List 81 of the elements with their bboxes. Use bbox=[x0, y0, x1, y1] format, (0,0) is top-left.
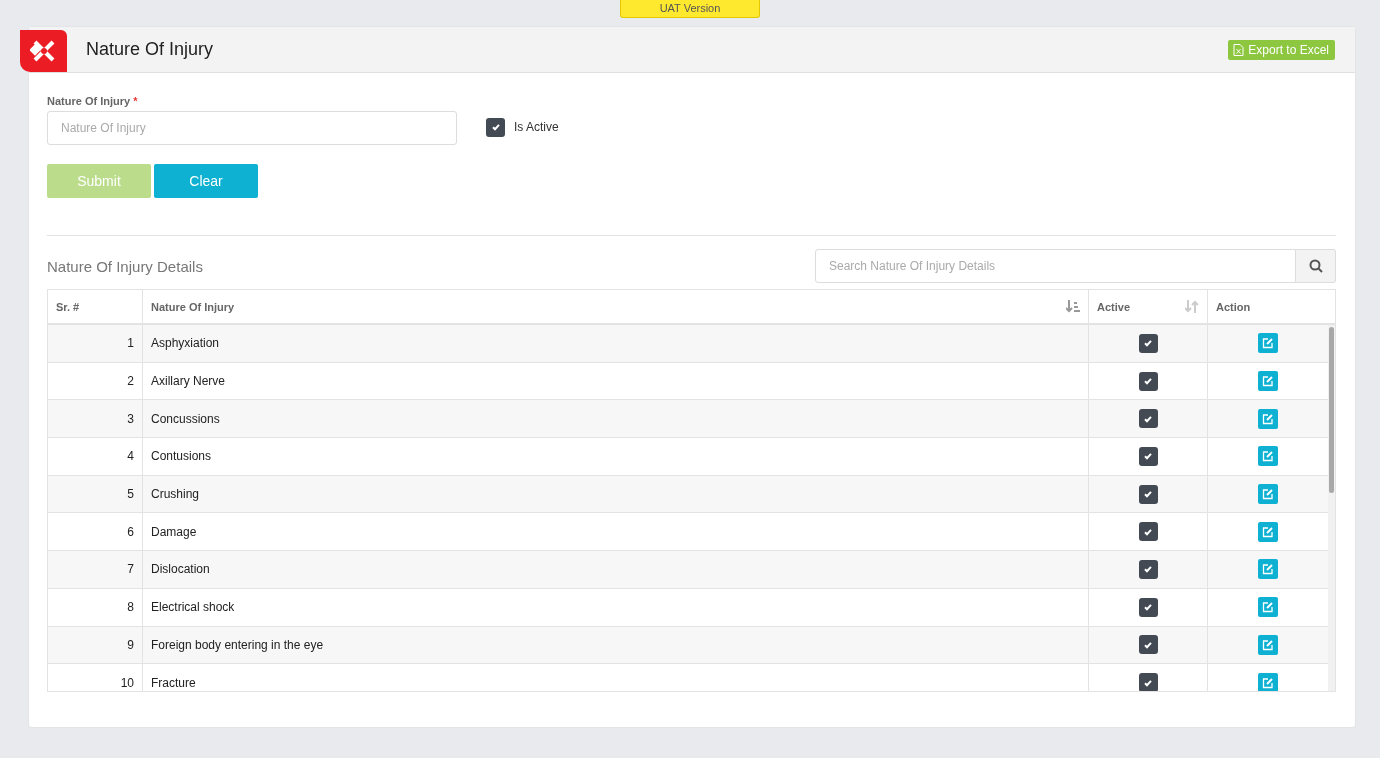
active-checkbox[interactable] bbox=[1138, 635, 1158, 655]
edit-icon bbox=[1262, 638, 1274, 651]
column-header[interactable]: Active bbox=[1089, 290, 1208, 323]
environment-badge: UAT Version bbox=[620, 0, 760, 18]
nature-of-injury-input[interactable]: Nature Of Injury bbox=[47, 111, 457, 145]
edit-button[interactable] bbox=[1258, 634, 1278, 655]
excel-file-icon bbox=[1233, 43, 1245, 56]
is-active-label: Is Active bbox=[514, 120, 559, 134]
edit-button[interactable] bbox=[1258, 484, 1278, 505]
table-cell: 9 bbox=[48, 626, 143, 664]
table-cell: 8 bbox=[48, 588, 143, 626]
edit-icon bbox=[1262, 488, 1274, 501]
table-cell: Asphyxiation bbox=[143, 325, 1089, 362]
active-checkbox[interactable] bbox=[1138, 333, 1158, 353]
edit-button[interactable] bbox=[1258, 333, 1278, 354]
table-cell: 4 bbox=[48, 438, 143, 475]
column-header: Sr. # bbox=[48, 290, 143, 323]
active-checkbox[interactable] bbox=[1138, 673, 1158, 691]
checkmark-icon bbox=[1143, 526, 1153, 537]
table-cell: Axillary Nerve bbox=[143, 362, 1089, 400]
edit-button[interactable] bbox=[1258, 597, 1278, 618]
active-checkbox[interactable] bbox=[1138, 484, 1158, 504]
edit-icon bbox=[1262, 450, 1274, 463]
edit-icon bbox=[1262, 337, 1274, 350]
edit-icon bbox=[1262, 676, 1274, 689]
edit-button[interactable] bbox=[1258, 446, 1278, 467]
table-cell: Concussions bbox=[143, 400, 1089, 438]
checkmark-icon bbox=[1143, 602, 1153, 613]
section-title: Nature Of Injury Details bbox=[47, 257, 203, 275]
checkmark-icon bbox=[1143, 677, 1153, 688]
table-cell: Fracture bbox=[143, 664, 1089, 691]
table-cell: Damage bbox=[143, 513, 1089, 551]
active-checkbox[interactable] bbox=[1138, 446, 1158, 466]
checkmark-icon bbox=[1143, 489, 1153, 500]
sort-icon[interactable] bbox=[1185, 300, 1199, 313]
table-cell: 10 bbox=[48, 664, 143, 691]
export-to-excel-button[interactable]: Export to Excel bbox=[1228, 39, 1335, 60]
is-active-checkbox[interactable] bbox=[486, 117, 505, 137]
table-cell: 1 bbox=[48, 325, 143, 362]
column-header: Action bbox=[1215, 299, 1252, 315]
active-checkbox[interactable] bbox=[1138, 371, 1158, 391]
edit-icon bbox=[1262, 601, 1274, 614]
active-checkbox[interactable] bbox=[1138, 597, 1158, 617]
page-title: Nature Of Injury bbox=[86, 39, 215, 60]
checkmark-icon bbox=[1143, 639, 1153, 650]
edit-button[interactable] bbox=[1258, 521, 1278, 542]
table-cell: Electrical shock bbox=[143, 588, 1089, 626]
column-header[interactable]: Nature Of Injury bbox=[143, 290, 1089, 323]
table-cell: Contusions bbox=[143, 438, 1089, 475]
checkmark-icon bbox=[1143, 564, 1153, 575]
active-checkbox[interactable] bbox=[1138, 409, 1158, 429]
table-cell: 2 bbox=[48, 362, 143, 400]
edit-button[interactable] bbox=[1258, 371, 1278, 392]
edit-button[interactable] bbox=[1258, 408, 1278, 429]
table-cell: 3 bbox=[48, 400, 143, 438]
table-cell: Crushing bbox=[143, 475, 1089, 513]
edit-button[interactable] bbox=[1258, 672, 1278, 691]
checkmark-icon bbox=[490, 122, 501, 132]
scrollbar[interactable] bbox=[1328, 325, 1335, 691]
field-label: Nature Of Injury * bbox=[47, 95, 139, 107]
edit-icon bbox=[1262, 375, 1274, 388]
checkmark-icon bbox=[1143, 376, 1153, 387]
edit-button[interactable] bbox=[1258, 559, 1278, 580]
active-checkbox[interactable] bbox=[1138, 522, 1158, 542]
edit-icon bbox=[1262, 563, 1274, 576]
sort-ascending-icon[interactable] bbox=[1066, 300, 1080, 313]
checkmark-icon bbox=[1143, 451, 1153, 462]
search-icon bbox=[1308, 259, 1323, 273]
table-cell: 6 bbox=[48, 513, 143, 551]
table-cell: Dislocation bbox=[143, 551, 1089, 588]
table-cell: 5 bbox=[48, 475, 143, 513]
checkmark-icon bbox=[1143, 413, 1153, 424]
clear-button[interactable]: Clear bbox=[154, 164, 258, 198]
table-cell: Foreign body entering in the eye bbox=[143, 626, 1089, 664]
checkmark-icon bbox=[1143, 338, 1153, 349]
active-checkbox[interactable] bbox=[1138, 559, 1158, 579]
table-cell: 7 bbox=[48, 551, 143, 588]
search-field[interactable]: Search Nature Of Injury Details bbox=[815, 249, 1296, 283]
search-button[interactable] bbox=[1296, 249, 1336, 283]
edit-icon bbox=[1262, 525, 1274, 538]
edit-icon bbox=[1262, 412, 1274, 425]
